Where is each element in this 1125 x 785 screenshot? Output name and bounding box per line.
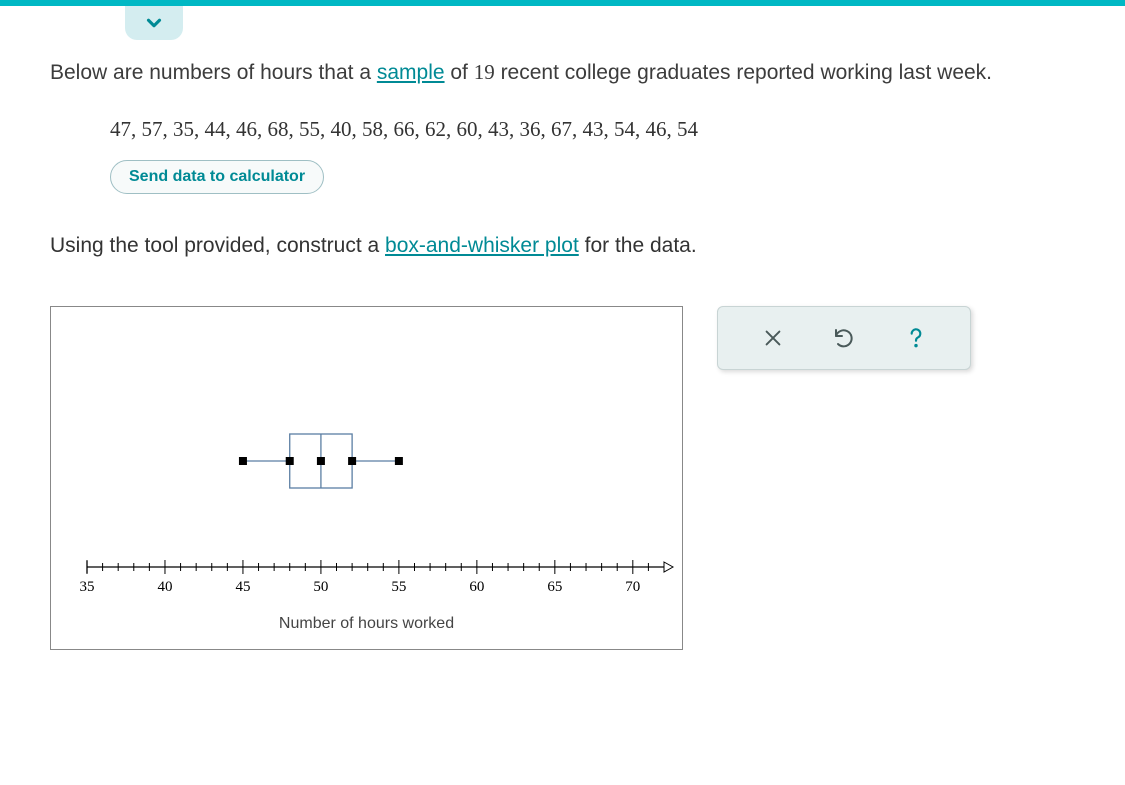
intro-text: Below are numbers of hours that a sample… (50, 60, 1085, 85)
sample-link[interactable]: sample (377, 61, 445, 84)
svg-text:40: 40 (157, 579, 172, 595)
svg-text:65: 65 (547, 579, 562, 595)
undo-icon (832, 326, 856, 350)
undo-button[interactable] (827, 321, 861, 355)
boxplot-canvas[interactable]: 35 40 45 50 55 60 65 70 Number of hours worked (50, 306, 683, 650)
svg-text:70: 70 (625, 579, 640, 595)
tool-panel (717, 306, 971, 370)
svg-text:45: 45 (235, 579, 250, 595)
send-data-button[interactable]: Send data to calculator (110, 160, 324, 194)
chevron-down-icon (143, 12, 165, 34)
instruction-text: Using the tool provided, construct a box… (50, 234, 1085, 258)
svg-text:35: 35 (80, 579, 95, 595)
svg-text:55: 55 (391, 579, 406, 595)
help-button[interactable] (899, 321, 933, 355)
boxplot-svg: 35 40 45 50 55 60 65 70 (51, 307, 684, 651)
close-icon (762, 327, 784, 349)
svg-text:50: 50 (313, 579, 328, 595)
svg-text:60: 60 (469, 579, 484, 595)
boxplot-link[interactable]: box-and-whisker plot (385, 234, 579, 257)
x-axis-label: Number of hours worked (51, 615, 682, 633)
help-icon (903, 325, 929, 351)
collapse-tab[interactable] (125, 6, 183, 40)
clear-button[interactable] (756, 321, 790, 355)
data-values: 47, 57, 35, 44, 46, 68, 55, 40, 58, 66, … (110, 117, 1085, 142)
